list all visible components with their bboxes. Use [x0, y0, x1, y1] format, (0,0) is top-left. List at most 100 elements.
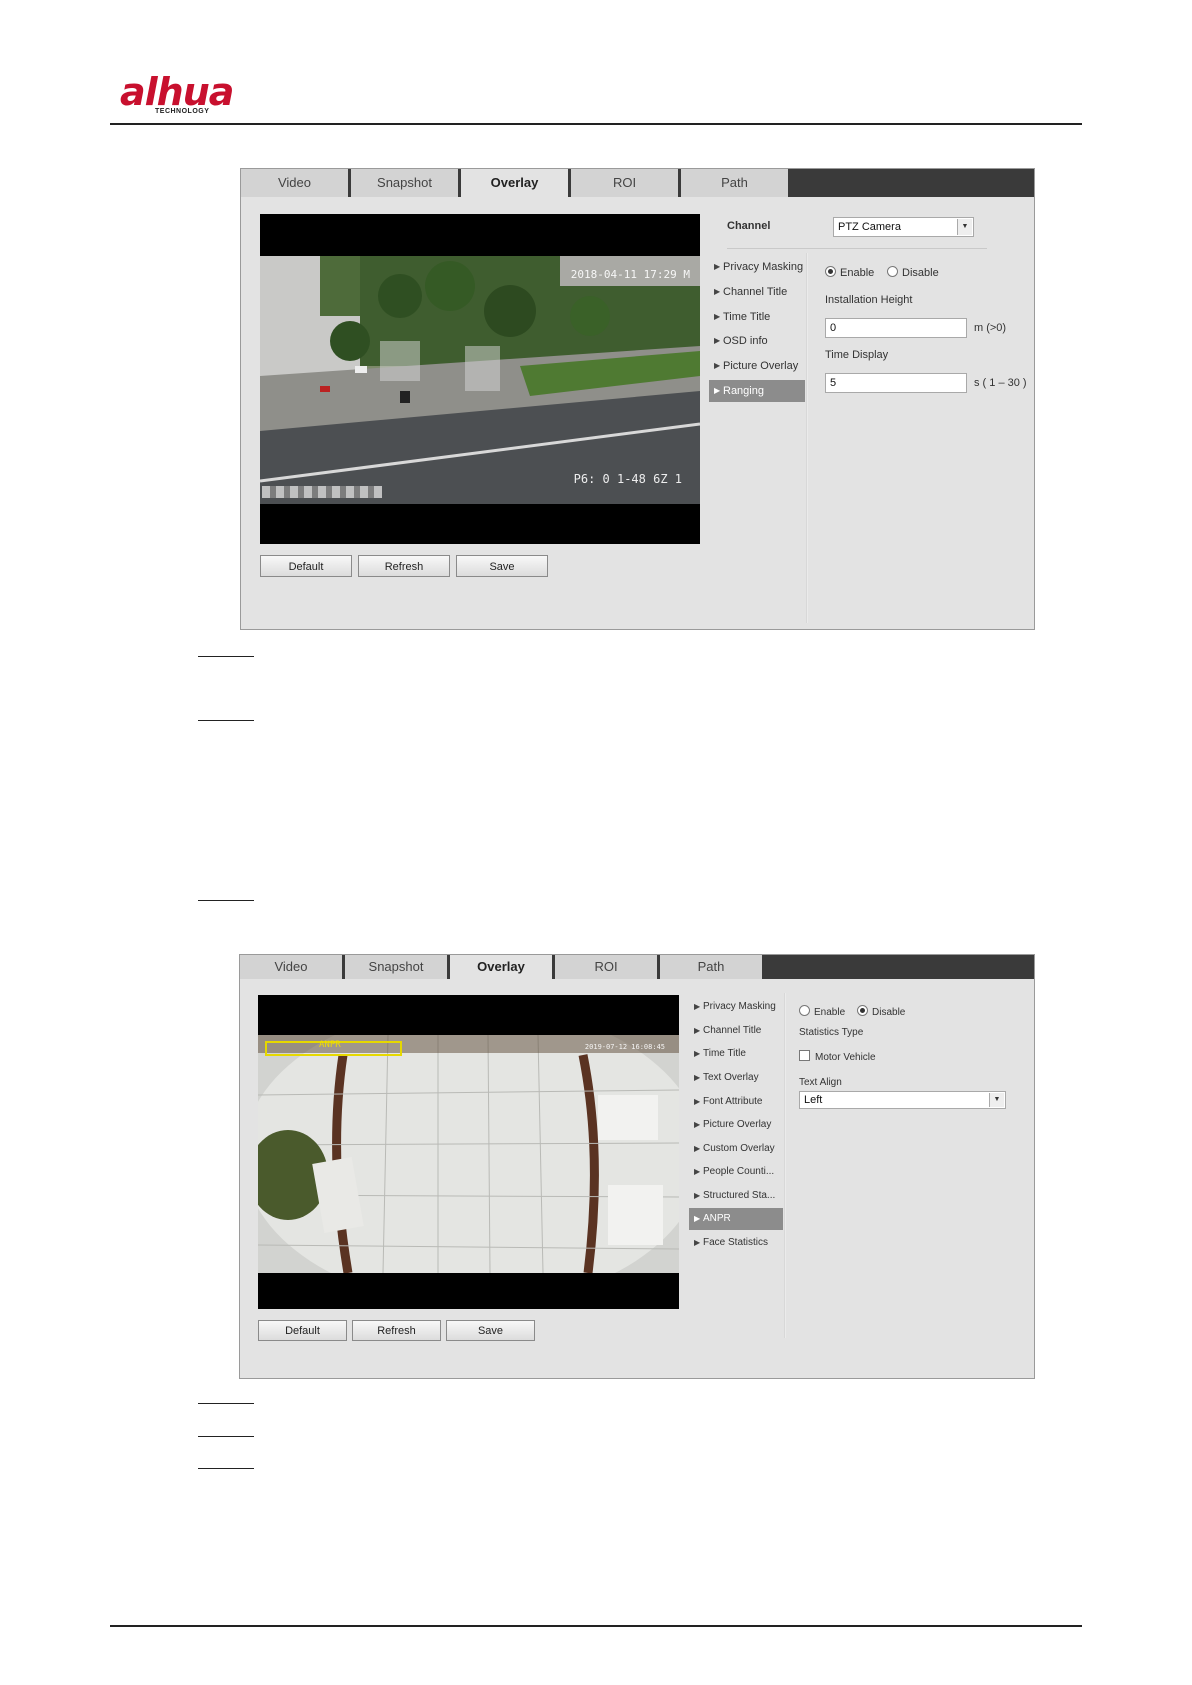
radio-unchecked-icon [887, 266, 898, 277]
chevron-down-icon: ▼ [989, 1093, 1004, 1107]
caret-right-icon: ▶ [694, 1191, 701, 1200]
tab-bar: Video Snapshot Overlay ROI Path [241, 169, 1034, 197]
installation-height-input[interactable]: 0 [825, 318, 967, 338]
video-caption: P6: 0 1-48 6Z 1 [573, 472, 682, 486]
tab-snapshot[interactable]: Snapshot [345, 955, 450, 979]
menu-channel-title[interactable]: ▶ Channel Title [689, 1020, 783, 1042]
dahua-logo: alhua TECHNOLOGY [120, 70, 260, 120]
logo-subtitle: TECHNOLOGY [155, 108, 210, 115]
video-timestamp: 2019-07-12 16:08:45 [584, 1043, 665, 1051]
live-video[interactable]: 2018-04-11 17:29 M P6: 0 1-48 6Z 1 [260, 214, 700, 544]
step-marker [198, 1436, 254, 1437]
caret-right-icon: ▶ [714, 262, 721, 271]
menu-ranging[interactable]: ▶ Ranging [709, 380, 805, 402]
menu-font-attribute[interactable]: ▶ Font Attribute [689, 1091, 783, 1113]
overlay-config-panel-anpr: Video Snapshot Overlay ROI Path ANPR 201… [239, 954, 1035, 1379]
default-button[interactable]: Default [260, 555, 352, 577]
video-timestamp: 2018-04-11 17:29 M [570, 268, 690, 281]
caret-right-icon: ▶ [694, 1002, 701, 1011]
installation-height-unit: m (>0) [974, 322, 1007, 334]
menu-picture-overlay[interactable]: ▶ Picture Overlay [709, 355, 805, 377]
menu-structured-statistics[interactable]: ▶ Structured Sta... [689, 1185, 783, 1207]
caret-right-icon: ▶ [694, 1026, 701, 1035]
menu-time-title[interactable]: ▶ Time Title [709, 306, 805, 328]
channel-select[interactable]: PTZ Camera ▼ [833, 217, 974, 237]
caret-right-icon: ▶ [714, 386, 721, 395]
overlay-config-panel-ranging: Video Snapshot Overlay ROI Path 2018-04-… [240, 168, 1035, 630]
menu-label: Custom Overlay [703, 1143, 775, 1154]
video-frame-street [260, 256, 700, 504]
enable-radio[interactable]: Enable [799, 1005, 845, 1018]
channel-select-value: PTZ Camera [838, 221, 901, 233]
caret-right-icon: ▶ [694, 1238, 701, 1247]
radio-unchecked-icon [799, 1005, 810, 1016]
tab-video[interactable]: Video [240, 955, 345, 979]
menu-text-overlay[interactable]: ▶ Text Overlay [689, 1067, 783, 1089]
menu-label: ANPR [703, 1213, 731, 1224]
enable-radio[interactable]: Enable [825, 266, 874, 279]
step-marker [198, 1403, 254, 1404]
tab-bar: Video Snapshot Overlay ROI Path [240, 955, 1034, 979]
refresh-button[interactable]: Refresh [352, 1320, 441, 1341]
tab-path[interactable]: Path [681, 169, 791, 197]
step-marker [198, 720, 254, 721]
step-marker [198, 656, 254, 657]
tab-overlay[interactable]: Overlay [461, 169, 571, 197]
caret-right-icon: ▶ [694, 1073, 701, 1082]
refresh-button[interactable]: Refresh [358, 555, 450, 577]
caret-right-icon: ▶ [714, 312, 721, 321]
menu-channel-title[interactable]: ▶ Channel Title [709, 281, 805, 303]
live-video[interactable]: ANPR 2019-07-12 16:08:45 [258, 995, 679, 1309]
tab-roi[interactable]: ROI [571, 169, 681, 197]
caret-right-icon: ▶ [714, 336, 721, 345]
caret-right-icon: ▶ [714, 287, 721, 296]
disable-radio[interactable]: Disable [887, 266, 939, 279]
text-align-value: Left [804, 1094, 823, 1106]
enable-label: Enable [814, 1007, 846, 1018]
menu-privacy-masking[interactable]: ▶ Privacy Masking [709, 256, 805, 278]
menu-time-title[interactable]: ▶ Time Title [689, 1043, 783, 1065]
menu-label: Picture Overlay [703, 1119, 772, 1130]
save-button[interactable]: Save [446, 1320, 535, 1341]
divider [727, 248, 987, 249]
menu-privacy-masking[interactable]: ▶ Privacy Masking [689, 996, 783, 1018]
footer-rule [110, 1625, 1082, 1627]
caret-right-icon: ▶ [694, 1214, 701, 1223]
time-display-input[interactable]: 5 [825, 373, 967, 393]
menu-label: OSD info [723, 335, 768, 347]
menu-custom-overlay[interactable]: ▶ Custom Overlay [689, 1138, 783, 1160]
menu-label: Font Attribute [703, 1096, 763, 1107]
menu-label: Text Overlay [703, 1072, 759, 1083]
menu-label: Time Title [703, 1048, 746, 1059]
step-marker [198, 1468, 254, 1469]
menu-picture-overlay[interactable]: ▶ Picture Overlay [689, 1114, 783, 1136]
radio-checked-icon [857, 1005, 868, 1016]
menu-label: People Counti... [703, 1166, 775, 1177]
tab-path[interactable]: Path [660, 955, 765, 979]
menu-label: Time Title [723, 311, 771, 323]
checkbox-unchecked-icon [799, 1050, 810, 1061]
default-button[interactable]: Default [258, 1320, 347, 1341]
channel-label: Channel [727, 220, 771, 232]
tab-roi[interactable]: ROI [555, 955, 660, 979]
menu-people-counting[interactable]: ▶ People Counti... [689, 1161, 783, 1183]
save-button[interactable]: Save [456, 555, 548, 577]
tab-overlay[interactable]: Overlay [450, 955, 555, 979]
chevron-down-icon: ▼ [957, 219, 972, 235]
tab-video[interactable]: Video [241, 169, 351, 197]
disable-radio[interactable]: Disable [857, 1005, 905, 1018]
motor-vehicle-checkbox[interactable]: Motor Vehicle [799, 1050, 876, 1063]
tab-snapshot[interactable]: Snapshot [351, 169, 461, 197]
menu-face-statistics[interactable]: ▶ Face Statistics [689, 1232, 783, 1254]
menu-anpr[interactable]: ▶ ANPR [689, 1208, 783, 1230]
caret-right-icon: ▶ [694, 1120, 701, 1129]
menu-label: Privacy Masking [703, 1001, 776, 1012]
menu-label: Channel Title [723, 286, 788, 298]
time-display-unit: s ( 1 – 30 ) [974, 377, 1027, 389]
text-align-select[interactable]: Left ▼ [799, 1091, 1006, 1109]
menu-osd-info[interactable]: ▶ OSD info [709, 330, 805, 352]
text-align-label: Text Align [799, 1077, 842, 1088]
installation-height-label: Installation Height [825, 294, 913, 306]
menu-label: Picture Overlay [723, 360, 799, 372]
caret-right-icon: ▶ [694, 1097, 701, 1106]
